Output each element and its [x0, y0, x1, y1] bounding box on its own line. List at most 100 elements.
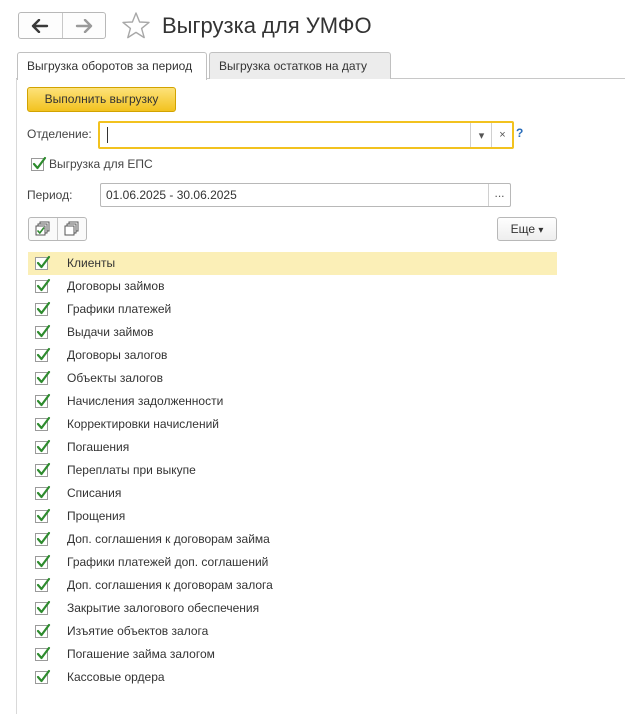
- item-checkbox[interactable]: [35, 393, 51, 408]
- list-item[interactable]: Закрытие залогового обеспечения: [28, 597, 557, 620]
- period-label: Период:: [27, 188, 73, 202]
- checkmark-icon: [32, 156, 47, 170]
- item-label: Выдачи займов: [67, 325, 154, 339]
- item-label: Прощения: [67, 509, 126, 523]
- back-button[interactable]: [19, 13, 62, 38]
- item-checkbox[interactable]: [35, 416, 51, 431]
- period-select-button[interactable]: ...: [488, 184, 510, 206]
- navigation-buttons: [18, 12, 106, 39]
- eps-label: Выгрузка для ЕПС: [49, 157, 153, 171]
- list-item[interactable]: Кассовые ордера: [28, 666, 557, 689]
- item-checkbox[interactable]: [35, 577, 51, 592]
- checkmark-icon: [36, 508, 51, 522]
- check-all-button[interactable]: [29, 218, 57, 240]
- checkmark-icon: [36, 600, 51, 614]
- item-label: Изъятие объектов залога: [67, 624, 209, 638]
- checkmark-icon: [36, 347, 51, 361]
- list-item[interactable]: Списания: [28, 482, 557, 505]
- list-item[interactable]: Доп. соглашения к договорам залога: [28, 574, 557, 597]
- department-clear-button[interactable]: ×: [491, 123, 513, 147]
- checkmark-icon: [36, 669, 51, 683]
- list-item[interactable]: Клиенты: [28, 252, 557, 275]
- item-label: Договоры займов: [67, 279, 165, 293]
- arrow-right-icon: [75, 18, 92, 33]
- item-checkbox[interactable]: [35, 439, 51, 454]
- help-link[interactable]: ?: [516, 126, 523, 140]
- item-label: Переплаты при выкупе: [67, 463, 196, 477]
- item-label: Погашение займа залогом: [67, 647, 215, 661]
- item-checkbox[interactable]: [35, 623, 51, 638]
- tab-turnover-period[interactable]: Выгрузка оборотов за период: [17, 52, 207, 80]
- checkmark-icon: [36, 485, 51, 499]
- eps-checkbox[interactable]: [31, 156, 47, 171]
- item-checkbox[interactable]: [35, 531, 51, 546]
- list-toolbar: [28, 217, 87, 241]
- list-item[interactable]: Выдачи займов: [28, 321, 557, 344]
- uncheck-all-button[interactable]: [57, 218, 86, 240]
- page-title: Выгрузка для УМФО: [162, 13, 372, 38]
- list-item[interactable]: Объекты залогов: [28, 367, 557, 390]
- more-button[interactable]: Еще ▾: [497, 217, 557, 241]
- checkmark-icon: [36, 646, 51, 660]
- text-cursor: [107, 127, 108, 143]
- checkmark-icon: [36, 278, 51, 292]
- chevron-down-icon: ▾: [538, 225, 544, 236]
- item-checkbox[interactable]: [35, 646, 51, 661]
- more-button-label: Еще: [510, 222, 536, 236]
- list-item[interactable]: Начисления задолженности: [28, 390, 557, 413]
- item-label: Закрытие залогового обеспечения: [67, 601, 260, 615]
- item-checkbox[interactable]: [35, 669, 51, 684]
- list-item[interactable]: Прощения: [28, 505, 557, 528]
- checkmark-icon: [36, 393, 51, 407]
- department-dropdown-button[interactable]: ▾: [470, 123, 492, 147]
- period-value: 01.06.2025 - 30.06.2025: [106, 188, 237, 202]
- department-field[interactable]: ▾ ×: [98, 121, 514, 149]
- checkmark-icon: [36, 324, 51, 338]
- item-checkbox[interactable]: [35, 600, 51, 615]
- period-field[interactable]: 01.06.2025 - 30.06.2025 ...: [100, 183, 511, 207]
- item-checkbox[interactable]: [35, 485, 51, 500]
- forward-button[interactable]: [61, 13, 106, 38]
- item-checkbox[interactable]: [35, 301, 51, 316]
- star-icon[interactable]: [120, 10, 152, 42]
- run-export-button[interactable]: Выполнить выгрузку: [27, 87, 176, 112]
- item-label: Доп. соглашения к договорам займа: [67, 532, 270, 546]
- check-all-icon: [35, 221, 50, 236]
- list-item[interactable]: Графики платежей доп. соглашений: [28, 551, 557, 574]
- department-label: Отделение:: [27, 127, 92, 141]
- list-item[interactable]: Графики платежей: [28, 298, 557, 321]
- item-checkbox[interactable]: [35, 462, 51, 477]
- item-label: Списания: [67, 486, 122, 500]
- item-label: Доп. соглашения к договорам залога: [67, 578, 273, 592]
- list-item[interactable]: Корректировки начислений: [28, 413, 557, 436]
- checkmark-icon: [36, 577, 51, 591]
- item-checkbox[interactable]: [35, 370, 51, 385]
- list-item[interactable]: Доп. соглашения к договорам займа: [28, 528, 557, 551]
- list-item[interactable]: Договоры займов: [28, 275, 557, 298]
- tab-balance-date[interactable]: Выгрузка остатков на дату: [209, 52, 391, 79]
- list-item[interactable]: Договоры залогов: [28, 344, 557, 367]
- close-icon: ×: [499, 129, 506, 141]
- chevron-down-icon: ▾: [478, 129, 485, 142]
- item-checkbox[interactable]: [35, 324, 51, 339]
- list-item[interactable]: Изъятие объектов залога: [28, 620, 557, 643]
- item-label: Корректировки начислений: [67, 417, 219, 431]
- item-label: Начисления задолженности: [67, 394, 224, 408]
- item-checkbox[interactable]: [35, 255, 51, 270]
- form-frame: [16, 78, 17, 714]
- list-item[interactable]: Погашение займа залогом: [28, 643, 557, 666]
- item-label: Объекты залогов: [67, 371, 163, 385]
- item-checkbox[interactable]: [35, 347, 51, 362]
- item-checkbox[interactable]: [35, 278, 51, 293]
- checkmark-icon: [36, 462, 51, 476]
- export-items-list: Клиенты Договоры займов Графики платежей Вы…: [28, 252, 557, 689]
- checkmark-icon: [36, 531, 51, 545]
- list-item[interactable]: Погашения: [28, 436, 557, 459]
- item-checkbox[interactable]: [35, 508, 51, 523]
- checkmark-icon: [36, 554, 51, 568]
- checkmark-icon: [36, 623, 51, 637]
- item-label: Договоры залогов: [67, 348, 168, 362]
- item-checkbox[interactable]: [35, 554, 51, 569]
- checkmark-icon: [36, 370, 51, 384]
- list-item[interactable]: Переплаты при выкупе: [28, 459, 557, 482]
